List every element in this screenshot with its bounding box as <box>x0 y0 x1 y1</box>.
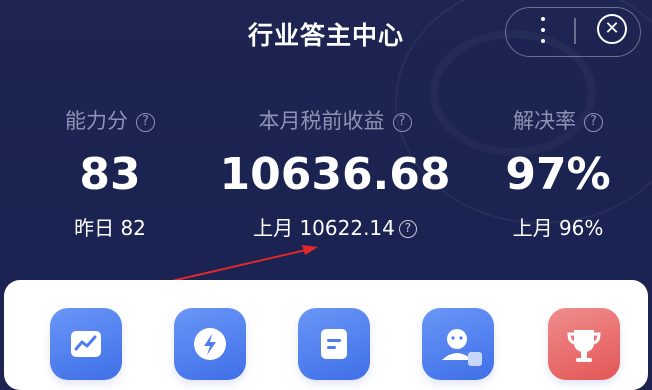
user-chat-icon[interactable] <box>422 308 494 380</box>
trophy-icon[interactable] <box>548 308 620 380</box>
lightning-icon[interactable] <box>174 308 246 380</box>
document-icon[interactable] <box>298 308 370 380</box>
trend-chart-icon[interactable] <box>50 308 122 380</box>
